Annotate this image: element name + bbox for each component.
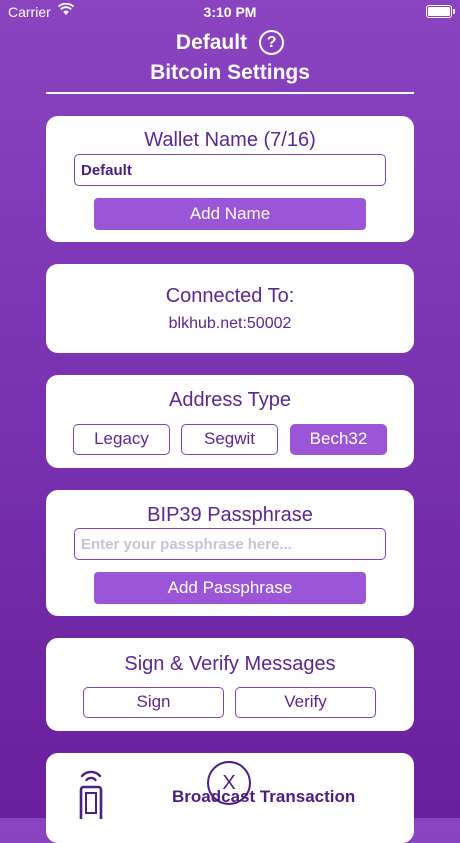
connection-server: blkhub.net:50002	[168, 315, 292, 332]
connection-card: Connected To: blkhub.net:50002	[46, 264, 414, 353]
page-title: Default	[175, 30, 248, 54]
address-type-bech32[interactable]: Bech32	[290, 424, 387, 455]
sign-button[interactable]: Sign	[83, 687, 224, 718]
verify-button[interactable]: Verify	[235, 687, 376, 718]
close-icon[interactable]: X	[207, 761, 251, 805]
add-passphrase-button[interactable]: Add Passphrase	[94, 572, 366, 604]
header-divider	[46, 92, 414, 94]
header: Default ? Bitcoin Settings	[0, 30, 460, 85]
wallet-name-card: Wallet Name (7/16) Add Name	[46, 116, 414, 242]
passphrase-card: BIP39 Passphrase Add Passphrase	[46, 490, 414, 616]
address-type-segwit[interactable]: Segwit	[181, 424, 278, 455]
address-type-title: Address Type	[169, 389, 291, 411]
sign-verify-card: Sign & Verify Messages Sign Verify	[46, 638, 414, 731]
address-type-legacy[interactable]: Legacy	[73, 424, 170, 455]
add-name-button[interactable]: Add Name	[94, 198, 366, 230]
connection-title: Connected To:	[165, 285, 295, 307]
passphrase-input[interactable]	[74, 528, 386, 560]
help-icon[interactable]: ?	[259, 30, 285, 55]
status-time: 3:10 PM	[203, 4, 257, 20]
broadcast-transaction-label: Broadcast Transaction	[172, 787, 356, 806]
passphrase-title: BIP39 Passphrase	[147, 504, 313, 526]
sign-verify-title: Sign & Verify Messages	[124, 653, 336, 675]
wallet-name-input[interactable]	[74, 154, 386, 186]
address-type-card: Address Type Legacy Segwit Bech32	[46, 375, 414, 468]
nfc-phone-icon	[79, 770, 103, 819]
battery-icon	[426, 5, 455, 18]
page-subtitle: Bitcoin Settings	[150, 61, 310, 84]
wallet-name-title: Wallet Name (7/16)	[144, 129, 316, 151]
status-bar: Carrier 3:10 PM	[0, 0, 460, 24]
